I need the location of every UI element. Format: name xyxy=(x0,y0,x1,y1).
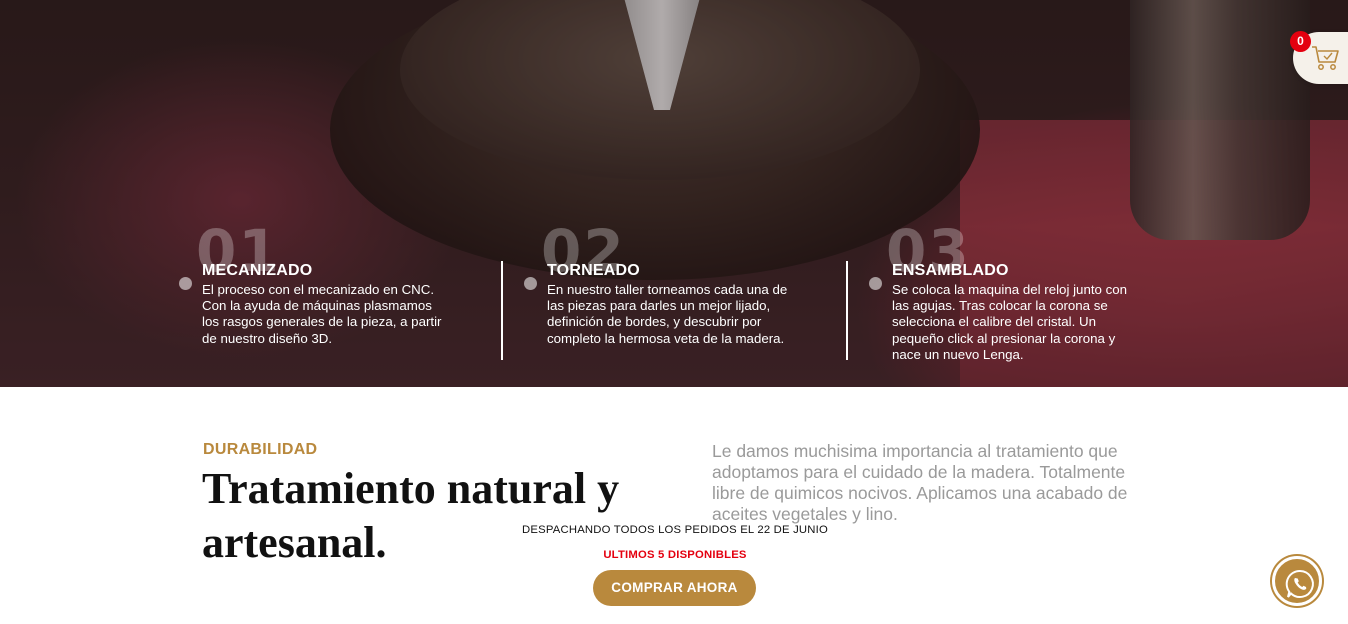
stock-notice: ULTIMOS 5 DISPONIBLES xyxy=(603,549,747,561)
step-divider xyxy=(501,261,503,360)
step-dot xyxy=(524,277,537,290)
step-title: MECANIZADO xyxy=(202,262,313,279)
step-divider xyxy=(846,261,848,360)
whatsapp-button[interactable] xyxy=(1272,556,1322,606)
process-step-2: 02 TORNEADO En nuestro taller torneamos … xyxy=(524,222,847,347)
step-description: El proceso con el mecanizado en CNC. Con… xyxy=(202,282,442,346)
step-description: En nuestro taller torneamos cada una de … xyxy=(547,282,788,346)
step-title: TORNEADO xyxy=(547,262,640,279)
step-dot xyxy=(869,277,882,290)
step-dot xyxy=(179,277,192,290)
promo-bar: DESPACHANDO TODOS LOS PEDIDOS EL 22 DE J… xyxy=(500,524,850,606)
cart-count-badge: 0 xyxy=(1290,31,1311,52)
process-step-3: 03 ENSAMBLADO Se coloca la maquina del r… xyxy=(869,222,1192,363)
step-description: Se coloca la maquina del reloj junto con… xyxy=(892,282,1128,362)
section-paragraph: Le damos muchisima importancia al tratam… xyxy=(712,441,1128,524)
shipping-notice: DESPACHANDO TODOS LOS PEDIDOS EL 22 DE J… xyxy=(522,524,828,536)
process-step-1: 01 MECANIZADO El proceso con el mecaniza… xyxy=(179,222,502,347)
section-eyebrow: DURABILIDAD xyxy=(203,441,318,458)
cart-icon xyxy=(1312,46,1339,70)
buy-now-button[interactable]: COMPRAR AHORA xyxy=(593,570,756,606)
step-title: ENSAMBLADO xyxy=(892,262,1009,279)
whatsapp-icon xyxy=(1285,569,1314,598)
hero-section: 01 MECANIZADO El proceso con el mecaniza… xyxy=(0,0,1348,387)
